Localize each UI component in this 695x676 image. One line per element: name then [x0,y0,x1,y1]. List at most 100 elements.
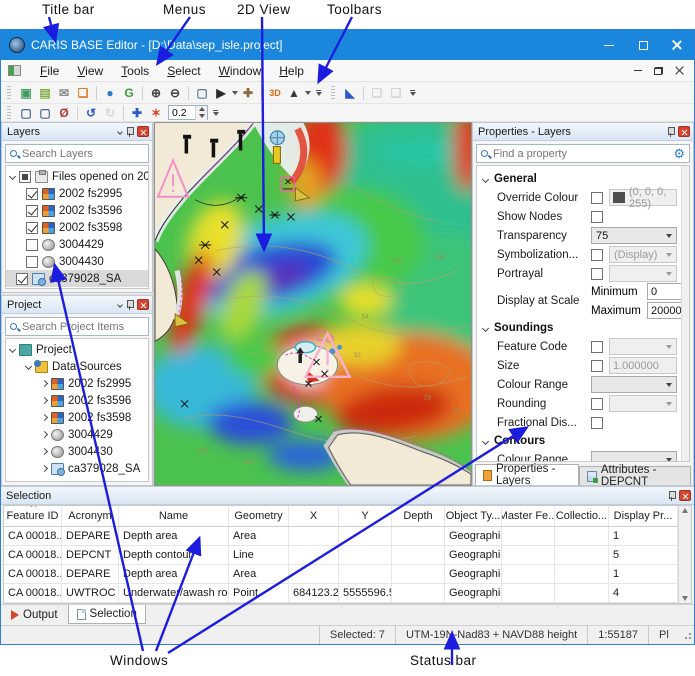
tab-properties-layers[interactable]: Properties - Layers [475,464,579,485]
checkbox[interactable] [591,341,603,353]
mdi-minimize-icon[interactable] [634,70,642,72]
expander-icon[interactable] [41,431,48,438]
tab-output[interactable]: Output [3,605,66,624]
globe-icon[interactable]: ● [101,84,119,101]
toolbar-grip[interactable] [331,86,335,100]
layers-tree-item[interactable]: 2002 fs2995 [6,185,148,202]
checkbox[interactable] [26,188,38,200]
mdi-restore-icon[interactable] [654,67,663,75]
spin-down-icon[interactable] [196,113,207,120]
expander-icon[interactable] [9,346,16,353]
scroll-up-icon[interactable] [682,508,688,513]
checkbox[interactable] [591,192,603,204]
colour-range-dropdown[interactable] [591,376,677,393]
checkbox[interactable] [591,398,603,410]
checkbox[interactable] [591,417,603,429]
select-rectangle-icon[interactable]: ▢ [17,104,35,121]
north-arrow-dropdown-icon[interactable] [305,91,311,95]
gear-icon[interactable]: ⚙ [673,147,685,160]
expander-icon[interactable] [41,414,48,421]
resize-grip-icon[interactable] [682,630,692,640]
selection-table-header[interactable]: Feature ID Acronym Name Geometry X Y Dep… [4,506,678,527]
snap-icon[interactable]: ✶ [147,104,165,121]
table-row[interactable]: CA 00018...DEPCNT Depth contourLine Geog… [4,546,678,565]
tab-attributes-depcnt[interactable]: Attributes - DEPCNT [579,466,691,485]
properties-scrollbar[interactable] [681,166,689,461]
checkbox[interactable] [16,273,28,285]
layers-tree-item-selected[interactable]: ca379028_SA [6,270,148,287]
3d-view-icon[interactable]: 3D [266,84,284,101]
table-row[interactable]: CA 00018...UWTROC Underwater/awash rockP… [4,584,678,603]
tolerance-input[interactable] [169,107,195,119]
pin-icon[interactable] [668,490,675,501]
menu-view[interactable]: View [68,62,112,80]
select-pointer-dropdown-icon[interactable] [232,91,238,95]
expander-icon[interactable] [25,363,32,370]
maximize-button[interactable] [626,30,660,60]
rotate-selection-icon[interactable]: ↺ [82,104,100,121]
project-search[interactable] [5,317,149,336]
project-tree-item[interactable]: Data Sources [6,358,148,375]
table-scrollbar[interactable] [678,506,691,603]
checkbox[interactable] [591,211,603,223]
minimize-button[interactable] [592,30,626,60]
property-search-input[interactable] [493,148,668,160]
import-folder-icon[interactable]: ▤ [36,84,54,101]
toolbar-overflow-icon[interactable] [212,110,219,116]
close-button[interactable] [660,30,694,60]
checkbox[interactable] [26,205,38,217]
clear-selection-icon[interactable]: Ø [55,104,73,121]
deselect-rectangle-icon[interactable]: ▢ [36,104,54,121]
project-tree-item[interactable]: 2002 fs3598 [6,409,148,426]
transparency-dropdown[interactable]: 75 [591,227,677,244]
expander-icon[interactable] [41,397,48,404]
panel-close-icon[interactable] [678,126,690,137]
panel-close-icon[interactable] [137,299,149,310]
menu-tools[interactable]: Tools [112,62,158,80]
layers-search[interactable] [5,144,149,163]
select-pointer-icon[interactable]: ▶ [212,84,230,101]
tab-selection[interactable]: Selection [68,605,146,624]
zoom-in-icon[interactable]: ⊕ [147,84,165,101]
expander-icon[interactable] [41,448,48,455]
layers-tree-item[interactable]: Files opened on 201... [6,168,148,185]
project-tree-item[interactable]: 3004430 [6,443,148,460]
checkbox[interactable] [591,268,603,280]
panel-close-icon[interactable] [679,490,691,501]
zoom-out-icon[interactable]: ⊖ [166,84,184,101]
table-row[interactable]: CA 00018...DEPARE Depth areaArea Geograp… [4,527,678,546]
project-tree-item[interactable]: Project [6,341,148,358]
layers-tree-item[interactable]: 3004429 [6,236,148,253]
expander-icon[interactable] [41,465,48,472]
checkbox[interactable] [591,360,603,372]
tolerance-spinbox[interactable] [168,105,208,120]
scroll-down-icon[interactable] [682,596,688,601]
toolbar-overflow-icon[interactable] [409,90,416,96]
menu-file[interactable]: File [31,62,68,80]
checkbox[interactable] [19,171,31,183]
menu-window[interactable]: Window [210,62,271,80]
angle-measure-icon[interactable]: ◣ [341,84,359,101]
menu-select[interactable]: Select [158,62,209,80]
pin-icon[interactable] [126,299,133,310]
attach-icon[interactable]: ✉ [55,84,73,101]
mdi-document-icon[interactable] [8,65,21,76]
pin-icon[interactable] [667,126,674,137]
toolbar-overflow-icon[interactable] [315,90,322,96]
checkbox[interactable] [591,249,603,261]
layers-tree-item[interactable]: 2002 fs3598 [6,219,148,236]
checkbox[interactable] [26,256,38,268]
pin-icon[interactable] [126,126,133,137]
project-tree-item[interactable]: 2002 fs3596 [6,392,148,409]
contours-colour-range-dropdown[interactable] [591,451,677,462]
checkbox[interactable] [26,222,38,234]
property-search[interactable]: ⚙ [476,144,690,163]
panel-menu-icon[interactable] [117,129,123,135]
layers-icon[interactable]: ❏ [74,84,92,101]
panel-menu-icon[interactable] [117,302,123,308]
toolbar-grip[interactable] [7,86,11,100]
north-arrow-icon[interactable]: ▲ [285,84,303,101]
google-earth-icon[interactable]: G [120,84,138,101]
mdi-close-icon[interactable] [675,66,684,75]
checkbox[interactable] [26,239,38,251]
